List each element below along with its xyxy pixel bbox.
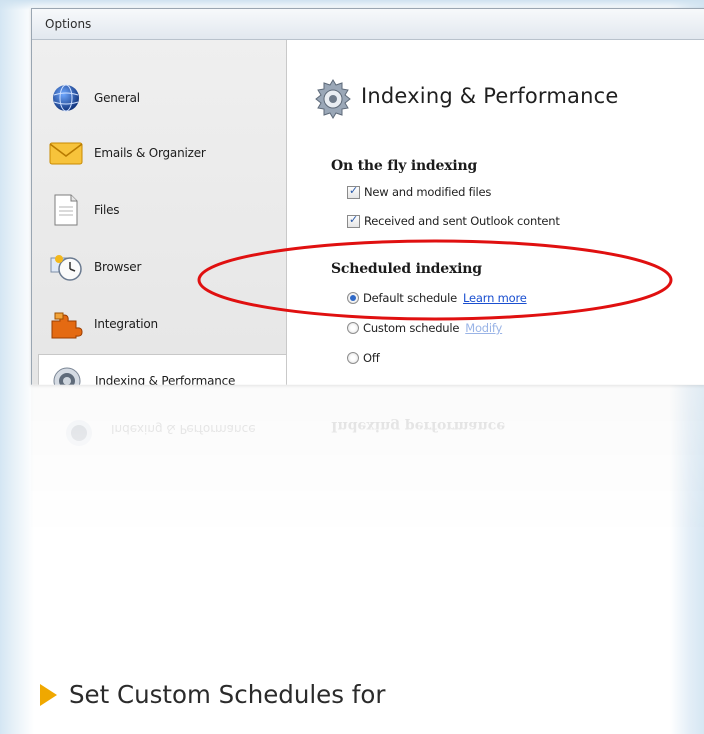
sidebar-item-label: Integration	[94, 317, 158, 331]
arrow-bullet-icon	[40, 683, 57, 706]
section-heading-on-the-fly: On the fly indexing	[331, 158, 478, 174]
radio-button[interactable]	[347, 322, 359, 334]
radio-custom-schedule[interactable]: Custom schedule Modify	[347, 321, 502, 335]
checkbox-label: New and modified files	[364, 185, 492, 199]
checkbox[interactable]: ✓	[347, 184, 360, 199]
gear-icon	[49, 363, 85, 385]
modify-link[interactable]: Modify	[465, 321, 502, 335]
options-sidebar: General Emails & Organizer Files Browser…	[32, 40, 287, 385]
sidebar-item-label: Browser	[94, 260, 142, 274]
gear-icon	[64, 414, 94, 448]
window-reflection: Indexing & Performance Indexing performa…	[31, 384, 704, 544]
radio-off[interactable]: Off	[347, 351, 380, 365]
checkbox[interactable]: ✓	[347, 213, 360, 228]
sidebar-item-files[interactable]: Files	[38, 184, 286, 236]
envelope-icon	[48, 135, 84, 171]
checkbox-label: Received and sent Outlook content	[364, 214, 560, 228]
sidebar-item-label: Emails & Organizer	[94, 146, 206, 160]
window-title: Options	[45, 17, 92, 31]
content-panel: Indexing & Performance On the fly indexi…	[287, 40, 704, 385]
globe-icon	[48, 80, 84, 116]
page-title: Indexing & Performance	[361, 84, 619, 108]
document-icon	[48, 192, 84, 228]
sidebar-item-emails-organizer[interactable]: Emails & Organizer	[38, 127, 286, 179]
reflection-label: Indexing & Performance	[111, 422, 256, 436]
sidebar-item-indexing-performance[interactable]: Indexing & Performance	[38, 354, 286, 385]
sidebar-item-label: General	[94, 91, 140, 105]
radio-label: Off	[363, 351, 380, 365]
radio-label: Custom schedule	[363, 321, 460, 335]
slide-bullet: Set Custom Schedules for	[40, 680, 386, 709]
options-window: Options General Emails & Organizer Files…	[31, 8, 704, 385]
browser-clock-icon	[48, 249, 84, 285]
checkbox-new-modified-files[interactable]: ✓ New and modified files	[347, 184, 492, 199]
bullet-text: Set Custom Schedules for	[69, 680, 386, 709]
title-bar[interactable]: Options	[32, 9, 704, 40]
gear-icon	[313, 78, 353, 124]
radio-button[interactable]	[347, 352, 359, 364]
highlight-ellipse	[197, 239, 673, 321]
puzzle-icon	[48, 306, 84, 342]
sidebar-item-label: Files	[94, 203, 120, 217]
checkbox-outlook-content[interactable]: ✓ Received and sent Outlook content	[347, 213, 560, 228]
reflection-heading: Indexing performance	[331, 418, 506, 434]
sidebar-item-general[interactable]: General	[38, 72, 286, 124]
